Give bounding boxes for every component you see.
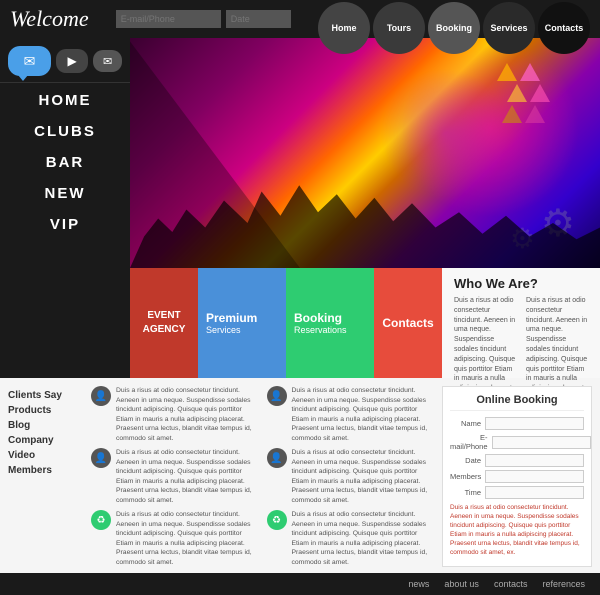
testimonial-item-1: 👤 Duis a risus at odio consectetur tinci… xyxy=(91,448,259,505)
testimonial-item-0: 👤 Duis a risus at odio consectetur tinci… xyxy=(91,386,259,443)
ob-date-input[interactable] xyxy=(485,454,584,467)
online-booking-title: Online Booking xyxy=(450,394,584,411)
bottom-section: Clients Say Products Blog Company Video … xyxy=(0,378,600,573)
ob-name-label: Name xyxy=(450,419,481,428)
footer-link-about[interactable]: about us xyxy=(444,579,479,589)
side-nav-clubs[interactable]: CLUBS xyxy=(0,116,130,147)
middle-sidebar xyxy=(0,268,130,378)
nav-booking-btn[interactable]: Booking xyxy=(428,2,480,54)
ob-field-members: Members xyxy=(450,470,584,483)
bl-link-company[interactable]: Company xyxy=(8,433,83,448)
speech-area: ✉ ▶ ✉ xyxy=(0,38,130,80)
email-icon: ✉ xyxy=(24,53,36,70)
nav-services-btn[interactable]: Services xyxy=(483,2,535,54)
glow-effect-2 xyxy=(380,68,510,198)
header: Welcome Home Tours Booking Services Cont… xyxy=(0,0,600,38)
event-agency-box[interactable]: EVENT AGENCY xyxy=(130,268,198,378)
online-booking-panel: Online Booking Name E-mail/Phone Date Me… xyxy=(442,386,592,567)
bl-link-blog[interactable]: Blog xyxy=(8,418,83,433)
person-icon-r0: 👤 xyxy=(267,386,287,406)
testimonial-text-1: Duis a risus at odio consectetur tincidu… xyxy=(116,448,259,505)
ob-time-input[interactable] xyxy=(485,486,584,499)
ob-date-label: Date xyxy=(450,456,481,465)
ob-field-date: Date xyxy=(450,454,584,467)
side-nav-new[interactable]: NEW xyxy=(0,178,130,209)
booking-reservations-box[interactable]: Booking Reservations xyxy=(286,268,374,378)
footer-link-news[interactable]: news xyxy=(408,579,429,589)
bottom-left-links: Clients Say Products Blog Company Video … xyxy=(8,386,83,567)
bottom-content: Clients Say Products Blog Company Video … xyxy=(0,378,600,573)
nav-contacts-btn[interactable]: Contacts xyxy=(538,2,590,54)
logo: Welcome xyxy=(10,6,89,32)
hero-section: ✉ ▶ ✉ HOME CLUBS BAR NEW VIP xyxy=(0,38,600,268)
who-title: Who We Are? xyxy=(454,276,588,291)
contacts-box[interactable]: Contacts xyxy=(374,268,442,378)
premium-services-box[interactable]: Premium Services xyxy=(198,268,286,378)
email-bubble: ✉ xyxy=(8,46,51,76)
who-we-are-box: Who We Are? Duis a risus at odio consect… xyxy=(442,268,600,378)
msg-bubble: ▶ xyxy=(56,49,88,73)
person-icon-0: 👤 xyxy=(91,386,111,406)
testimonial-item-2: ♻ Duis a risus at odio consectetur tinci… xyxy=(91,510,259,567)
side-nav-vip[interactable]: VIP xyxy=(0,209,130,240)
testimonial-r-item-2: ♻ Duis a risus at odio consectetur tinci… xyxy=(267,510,435,567)
reservations-label: Reservations xyxy=(294,325,366,335)
ob-members-input[interactable] xyxy=(485,470,584,483)
ob-note: Duis a risus at odio consectetur tincidu… xyxy=(450,503,584,558)
message-icon: ▶ xyxy=(68,54,77,68)
ob-email-input[interactable] xyxy=(492,436,591,449)
side-nav: ✉ ▶ ✉ HOME CLUBS BAR NEW VIP xyxy=(0,38,130,268)
bl-link-members[interactable]: Members xyxy=(8,463,83,478)
ob-members-label: Members xyxy=(450,472,481,481)
testimonial-text-2: Duis a risus at odio consectetur tincidu… xyxy=(116,510,259,567)
booking-label: Booking xyxy=(294,311,366,325)
testimonials-left: 👤 Duis a risus at odio consectetur tinci… xyxy=(91,386,259,567)
top-nav: Home Tours Booking Services Contacts xyxy=(318,2,590,54)
person-icon-1: 👤 xyxy=(91,448,111,468)
ob-name-input[interactable] xyxy=(485,417,584,430)
testimonial-text-0: Duis a risus at odio consectetur tincidu… xyxy=(116,386,259,443)
nav-home-btn[interactable]: Home xyxy=(318,2,370,54)
testimonial-text-r0: Duis a risus at odio consectetur tincidu… xyxy=(292,386,435,443)
letter-bubble: ✉ xyxy=(93,50,122,72)
header-inputs xyxy=(116,10,291,28)
side-nav-home[interactable]: HOME xyxy=(0,85,130,116)
services-label: Services xyxy=(206,325,278,335)
nav-divider xyxy=(0,82,130,83)
letter-icon: ✉ xyxy=(103,55,112,68)
bl-link-products[interactable]: Products xyxy=(8,403,83,418)
ob-email-label: E-mail/Phone xyxy=(450,433,488,451)
testimonial-r-item-1: 👤 Duis a risus at odio consectetur tinci… xyxy=(267,448,435,505)
testimonial-text-r1: Duis a risus at odio consectetur tincidu… xyxy=(292,448,435,505)
ob-field-time: Time xyxy=(450,486,584,499)
testimonial-r-item-0: 👤 Duis a risus at odio consectetur tinci… xyxy=(267,386,435,443)
ob-field-name: Name xyxy=(450,417,584,430)
recycle-icon-0: ♻ xyxy=(91,510,111,530)
middle-content: EVENT AGENCY Premium Services Booking Re… xyxy=(130,268,600,378)
side-nav-bar[interactable]: BAR xyxy=(0,147,130,178)
nav-tours-btn[interactable]: Tours xyxy=(373,2,425,54)
recycle-icon-r0: ♻ xyxy=(267,510,287,530)
email-phone-input[interactable] xyxy=(116,10,221,28)
hero-visual: ⚙ ⚙ xyxy=(130,38,600,268)
ob-field-email: E-mail/Phone xyxy=(450,433,584,451)
testimonials-right: 👤 Duis a risus at odio consectetur tinci… xyxy=(267,386,435,567)
premium-label: Premium xyxy=(206,311,278,325)
arrow-group xyxy=(497,63,550,123)
date-input[interactable] xyxy=(226,10,291,28)
footer-link-references[interactable]: references xyxy=(542,579,585,589)
footer-link-contacts[interactable]: contacts xyxy=(494,579,528,589)
bl-link-video[interactable]: Video xyxy=(8,448,83,463)
bl-link-clients[interactable]: Clients Say xyxy=(8,388,83,403)
testimonial-text-r2: Duis a risus at odio consectetur tincidu… xyxy=(292,510,435,567)
middle-section: EVENT AGENCY Premium Services Booking Re… xyxy=(0,268,600,378)
ob-time-label: Time xyxy=(450,488,481,497)
person-icon-r1: 👤 xyxy=(267,448,287,468)
footer: news about us contacts references xyxy=(0,573,600,595)
triangle-overlay xyxy=(130,38,300,268)
